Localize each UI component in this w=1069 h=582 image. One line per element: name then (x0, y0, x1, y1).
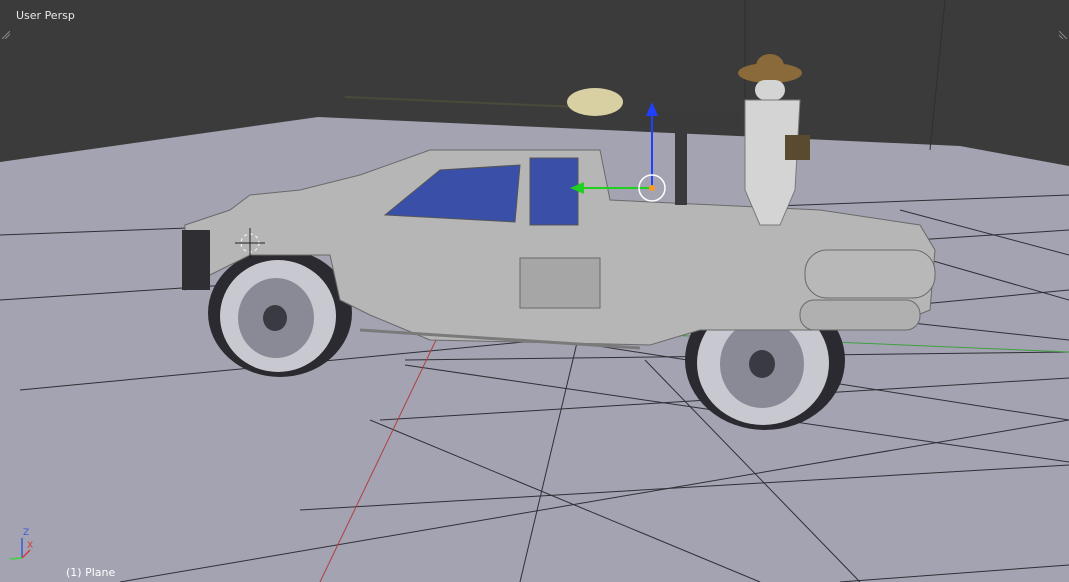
active-object-label: (1) Plane (66, 566, 116, 579)
muzzle-flash (567, 88, 623, 116)
front-bumper (182, 230, 210, 290)
corner-split-icon[interactable] (1, 24, 11, 40)
3d-viewport[interactable]: User Persp Z X (1) Plane (0, 0, 1069, 582)
scene-canvas[interactable] (0, 0, 1069, 582)
pivot-point (649, 185, 655, 191)
rear-wheel (208, 249, 352, 377)
corner-split-icon[interactable] (1058, 24, 1068, 40)
exhaust-tank (804, 249, 936, 299)
gizmo-z-label: Z (23, 528, 30, 538)
hat-crown (756, 54, 784, 78)
rear-window (529, 157, 579, 226)
viewport-title: User Persp (16, 9, 75, 22)
gizmo-y (9, 557, 23, 560)
gizmo-x-label: X (27, 541, 34, 551)
